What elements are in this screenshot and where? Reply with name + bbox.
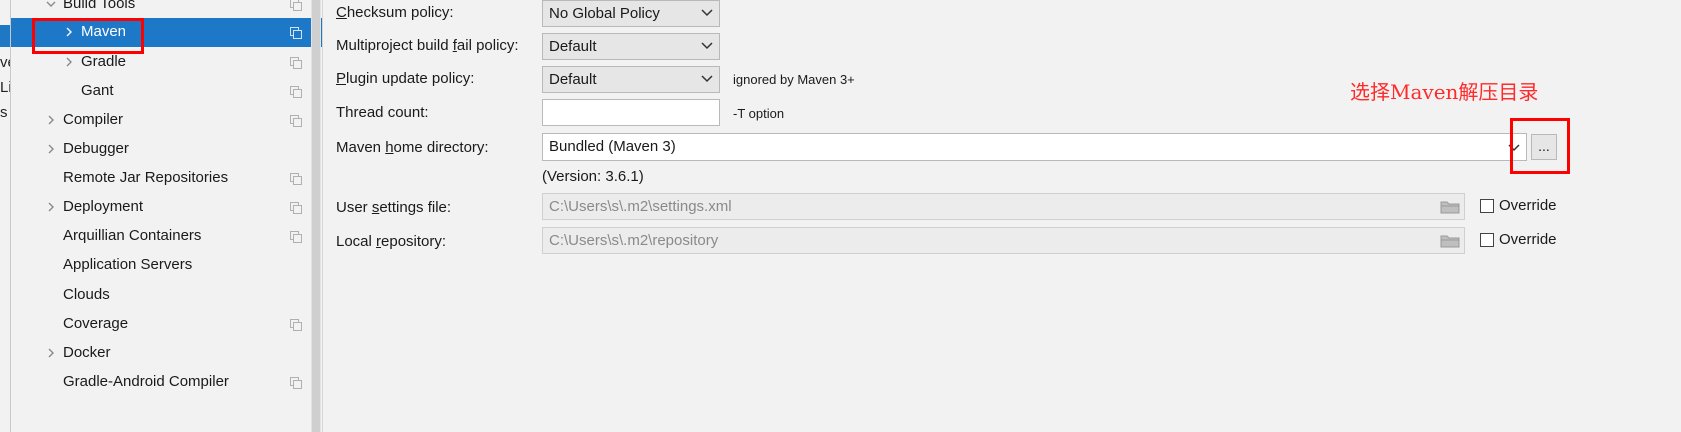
tree-item-gant[interactable]: Gant bbox=[11, 77, 322, 106]
left-fragment-3: s bbox=[0, 104, 8, 121]
local-repository-label: Local repository: bbox=[336, 233, 447, 250]
maven-home-label: Maven home directory: bbox=[336, 139, 489, 156]
project-scope-icon bbox=[290, 376, 302, 389]
chevron-right-icon[interactable] bbox=[45, 201, 57, 213]
tree-item-build-tools[interactable]: Build Tools bbox=[11, 0, 322, 19]
chevron-down-icon bbox=[701, 75, 713, 83]
checksum-policy-value: No Global Policy bbox=[549, 5, 660, 22]
plugin-update-note: ignored by Maven 3+ bbox=[733, 72, 855, 87]
left-fragment-2: Li bbox=[0, 79, 11, 96]
local-repository-input[interactable]: C:\Users\s\.m2\repository bbox=[542, 227, 1465, 254]
user-settings-value: C:\Users\s\.m2\settings.xml bbox=[549, 198, 732, 215]
maven-highlight-box bbox=[32, 18, 144, 54]
project-scope-icon bbox=[290, 0, 302, 11]
tree-item-compiler[interactable]: Compiler bbox=[11, 106, 322, 135]
project-scope-icon bbox=[290, 26, 302, 39]
tree-item-arquillian-containers[interactable]: Arquillian Containers bbox=[11, 222, 322, 251]
left-selection-strip bbox=[0, 25, 10, 47]
project-scope-icon bbox=[290, 230, 302, 243]
multiproject-fail-policy-label: Multiproject build fail policy: bbox=[336, 37, 519, 54]
tree-item-debugger[interactable]: Debugger bbox=[11, 135, 322, 164]
tree-item-label: Docker bbox=[63, 344, 111, 361]
tree-item-label: Gradle bbox=[81, 53, 127, 70]
folder-icon[interactable] bbox=[1440, 233, 1460, 248]
plugin-update-policy-label: Plugin update policy: bbox=[336, 70, 475, 87]
tree-item-coverage[interactable]: Coverage bbox=[11, 310, 322, 339]
chevron-right-icon[interactable] bbox=[63, 56, 75, 68]
multiproject-fail-policy-select[interactable]: Default bbox=[542, 33, 720, 60]
scrollbar-thumb[interactable] bbox=[312, 0, 320, 432]
maven-home-value: Bundled (Maven 3) bbox=[549, 138, 676, 155]
project-scope-icon bbox=[290, 114, 302, 127]
tree-item-docker[interactable]: Docker bbox=[11, 339, 322, 368]
browse-highlight-box bbox=[1510, 118, 1570, 174]
tree-item-remote-jar-repositories[interactable]: Remote Jar Repositories bbox=[11, 164, 322, 193]
plugin-update-policy-select[interactable]: Default bbox=[542, 66, 720, 93]
chevron-right-icon[interactable] bbox=[45, 114, 57, 126]
tree-item-deployment[interactable]: Deployment bbox=[11, 193, 322, 222]
left-fragment-1: ve bbox=[0, 54, 10, 71]
plugin-update-policy-value: Default bbox=[549, 71, 597, 88]
chevron-down-icon[interactable] bbox=[45, 0, 57, 10]
project-scope-icon bbox=[290, 172, 302, 185]
thread-count-input[interactable] bbox=[542, 99, 720, 126]
project-scope-icon bbox=[290, 318, 302, 331]
tree-item-label: Deployment bbox=[63, 198, 144, 215]
project-scope-icon bbox=[290, 85, 302, 98]
tree-item-label: Remote Jar Repositories bbox=[63, 169, 229, 186]
thread-count-label: Thread count: bbox=[336, 104, 429, 121]
folder-icon[interactable] bbox=[1440, 199, 1460, 214]
tree-item-label: Clouds bbox=[63, 286, 110, 303]
project-scope-icon bbox=[290, 56, 302, 69]
maven-home-combo[interactable]: Bundled (Maven 3) bbox=[542, 133, 1527, 161]
tree-item-clouds[interactable]: Clouds bbox=[11, 281, 322, 310]
tree-item-label: Gant bbox=[81, 82, 114, 99]
chevron-down-icon bbox=[701, 42, 713, 50]
local-repository-value: C:\Users\s\.m2\repository bbox=[549, 232, 719, 249]
annotation-text: 选择Maven解压目录 bbox=[1350, 80, 1539, 104]
tree-item-label: Build Tools bbox=[63, 0, 136, 12]
tree-item-label: Arquillian Containers bbox=[63, 227, 202, 244]
tree-item-application-servers[interactable]: Application Servers bbox=[11, 251, 322, 280]
user-settings-override-label: Override bbox=[1499, 197, 1557, 214]
tree-item-label: Coverage bbox=[63, 315, 129, 332]
tree-item-gradle-android-compiler[interactable]: Gradle-Android Compiler bbox=[11, 368, 322, 397]
tree-item-label: Compiler bbox=[63, 111, 124, 128]
chevron-right-icon[interactable] bbox=[45, 347, 57, 359]
user-settings-override-checkbox[interactable] bbox=[1480, 199, 1494, 213]
chevron-right-icon[interactable] bbox=[45, 143, 57, 155]
tree-item-label: Application Servers bbox=[63, 256, 193, 273]
multiproject-fail-policy-value: Default bbox=[549, 38, 597, 55]
local-repository-override-label: Override bbox=[1499, 231, 1557, 248]
tree-scrollbar[interactable] bbox=[311, 0, 321, 432]
thread-count-note: -T option bbox=[733, 106, 785, 121]
checksum-policy-select[interactable]: No Global Policy bbox=[542, 0, 720, 27]
local-repository-override-checkbox[interactable] bbox=[1480, 233, 1494, 247]
maven-version-text: (Version: 3.6.1) bbox=[542, 168, 644, 185]
settings-tree: Build Tools Maven Gradle Gant Compiler Debugg… bbox=[11, 0, 323, 432]
user-settings-input[interactable]: C:\Users\s\.m2\settings.xml bbox=[542, 193, 1465, 220]
tree-item-label: Gradle-Android Compiler bbox=[63, 373, 229, 390]
tree-item-label: Debugger bbox=[63, 140, 129, 157]
project-scope-icon bbox=[290, 201, 302, 214]
checksum-policy-label: Checksum policy: bbox=[336, 4, 454, 21]
left-panel-fragment: ve Li s bbox=[0, 0, 11, 432]
user-settings-label: User settings file: bbox=[336, 199, 452, 216]
chevron-down-icon bbox=[701, 9, 713, 17]
